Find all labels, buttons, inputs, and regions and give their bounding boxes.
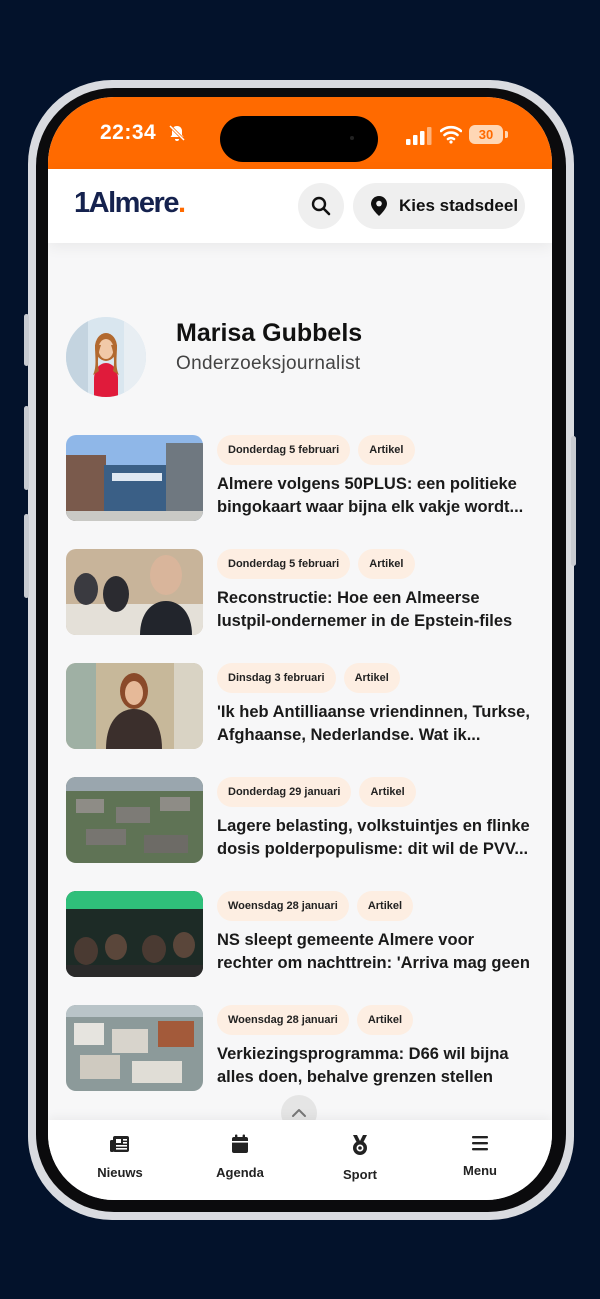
article-image	[66, 891, 203, 977]
medal-icon	[353, 1135, 367, 1155]
article-image	[66, 435, 203, 521]
choose-district-label: Kies stadsdeel	[399, 196, 519, 215]
hamburger-icon	[472, 1136, 488, 1151]
article-thumbnail	[66, 663, 203, 749]
article-image	[66, 777, 203, 863]
app-header: 1Almere. Kies stadsdeel	[48, 169, 552, 243]
article-item[interactable]: Woensdag 28 januari Artikel NS sleept gem…	[66, 891, 536, 979]
battery-tip	[505, 131, 508, 138]
screen: 22:34 30 1Almere. Kies stadsdeel Marisa …	[48, 97, 552, 1200]
article-thumbnail	[66, 891, 203, 977]
article-tags: Woensdag 28 januari Artikel	[217, 1005, 421, 1035]
article-item[interactable]: Donderdag 5 februari Artikel Almere volge…	[66, 435, 536, 523]
article-image	[66, 1005, 203, 1091]
volume-down-button	[24, 514, 29, 598]
article-tags: Woensdag 28 januari Artikel	[217, 891, 421, 921]
article-thumbnail	[66, 549, 203, 635]
wifi-icon	[440, 125, 462, 144]
article-tags: Donderdag 29 januari Artikel	[217, 777, 424, 807]
nav-item-nieuws[interactable]: Nieuws	[70, 1134, 170, 1180]
article-item[interactable]: Donderdag 5 februari Artikel Reconstructi…	[66, 549, 536, 637]
article-date-tag: Dinsdag 3 februari	[217, 663, 336, 693]
map-pin-icon	[371, 196, 387, 216]
search-button[interactable]	[298, 183, 344, 229]
nav-label: Nieuws	[97, 1165, 143, 1180]
article-title[interactable]: Lagere belasting, volkstuintjes en flink…	[217, 815, 532, 861]
article-image	[66, 549, 203, 635]
nav-item-agenda[interactable]: Agenda	[190, 1134, 290, 1180]
article-title[interactable]: Reconstructie: Hoe een Almeerse lustpil-…	[217, 587, 532, 633]
article-title[interactable]: Almere volgens 50PLUS: een politieke bin…	[217, 473, 532, 519]
article-date-tag: Woensdag 28 januari	[217, 891, 349, 921]
article-date-tag: Donderdag 5 februari	[217, 549, 351, 579]
calendar-icon	[232, 1134, 248, 1153]
nav-label: Sport	[343, 1167, 377, 1182]
bottom-navigation: Nieuws Agenda Sport Menu	[48, 1120, 552, 1200]
camera-dot	[350, 136, 354, 140]
article-tags: Dinsdag 3 februari Artikel	[217, 663, 408, 693]
article-type-tag: Artikel	[343, 663, 400, 693]
nav-label: Agenda	[216, 1165, 264, 1180]
article-item[interactable]: Woensdag 28 januari Artikel Verkiezingspr…	[66, 1005, 536, 1093]
signal-icon	[406, 127, 432, 145]
action-button	[24, 314, 29, 366]
newspaper-icon	[110, 1136, 129, 1152]
article-item[interactable]: Donderdag 29 januari Artikel Lagere belas…	[66, 777, 536, 865]
battery-indicator: 30	[469, 125, 503, 144]
article-date-tag: Donderdag 5 februari	[217, 435, 351, 465]
article-title[interactable]: Verkiezingsprogramma: D66 wil bijna alle…	[217, 1043, 532, 1089]
article-title[interactable]: 'Ik heb Antilliaanse vriendinnen, Turkse…	[217, 701, 532, 747]
choose-district-button[interactable]: Kies stadsdeel	[353, 183, 525, 229]
article-tags: Donderdag 5 februari Artikel	[217, 549, 423, 579]
logo-text: 1Almere	[74, 187, 179, 219]
article-item[interactable]: Dinsdag 3 februari Artikel 'Ik heb Antill…	[66, 663, 536, 751]
author-name: Marisa Gubbels	[176, 319, 363, 347]
article-thumbnail	[66, 435, 203, 521]
volume-up-button	[24, 406, 29, 490]
article-date-tag: Woensdag 28 januari	[217, 1005, 349, 1035]
article-thumbnail	[66, 777, 203, 863]
status-bar: 22:34 30	[48, 97, 552, 169]
article-thumbnail	[66, 1005, 203, 1091]
article-type-tag: Artikel	[358, 435, 415, 465]
author-avatar	[66, 317, 146, 397]
article-type-tag: Artikel	[359, 777, 416, 807]
nav-item-menu[interactable]: Menu	[430, 1134, 530, 1178]
article-type-tag: Artikel	[356, 1005, 414, 1035]
author-photo	[66, 317, 146, 397]
site-logo[interactable]: 1Almere.	[74, 187, 186, 220]
status-time: 22:34	[100, 121, 157, 144]
logo-dot: .	[177, 187, 186, 219]
author-role: Onderzoeksjournalist	[176, 353, 361, 374]
article-type-tag: Artikel	[356, 891, 414, 921]
article-date-tag: Donderdag 29 januari	[217, 777, 352, 807]
nav-label: Menu	[463, 1163, 497, 1178]
bell-muted-icon	[168, 124, 186, 142]
article-image	[66, 663, 203, 749]
search-icon	[311, 196, 331, 216]
article-type-tag: Artikel	[358, 549, 415, 579]
nav-item-sport[interactable]: Sport	[310, 1134, 410, 1182]
power-button	[571, 436, 576, 566]
article-tags: Donderdag 5 februari Artikel	[217, 435, 423, 465]
article-title[interactable]: NS sleept gemeente Almere voor rechter o…	[217, 929, 532, 975]
dynamic-island	[220, 116, 378, 162]
